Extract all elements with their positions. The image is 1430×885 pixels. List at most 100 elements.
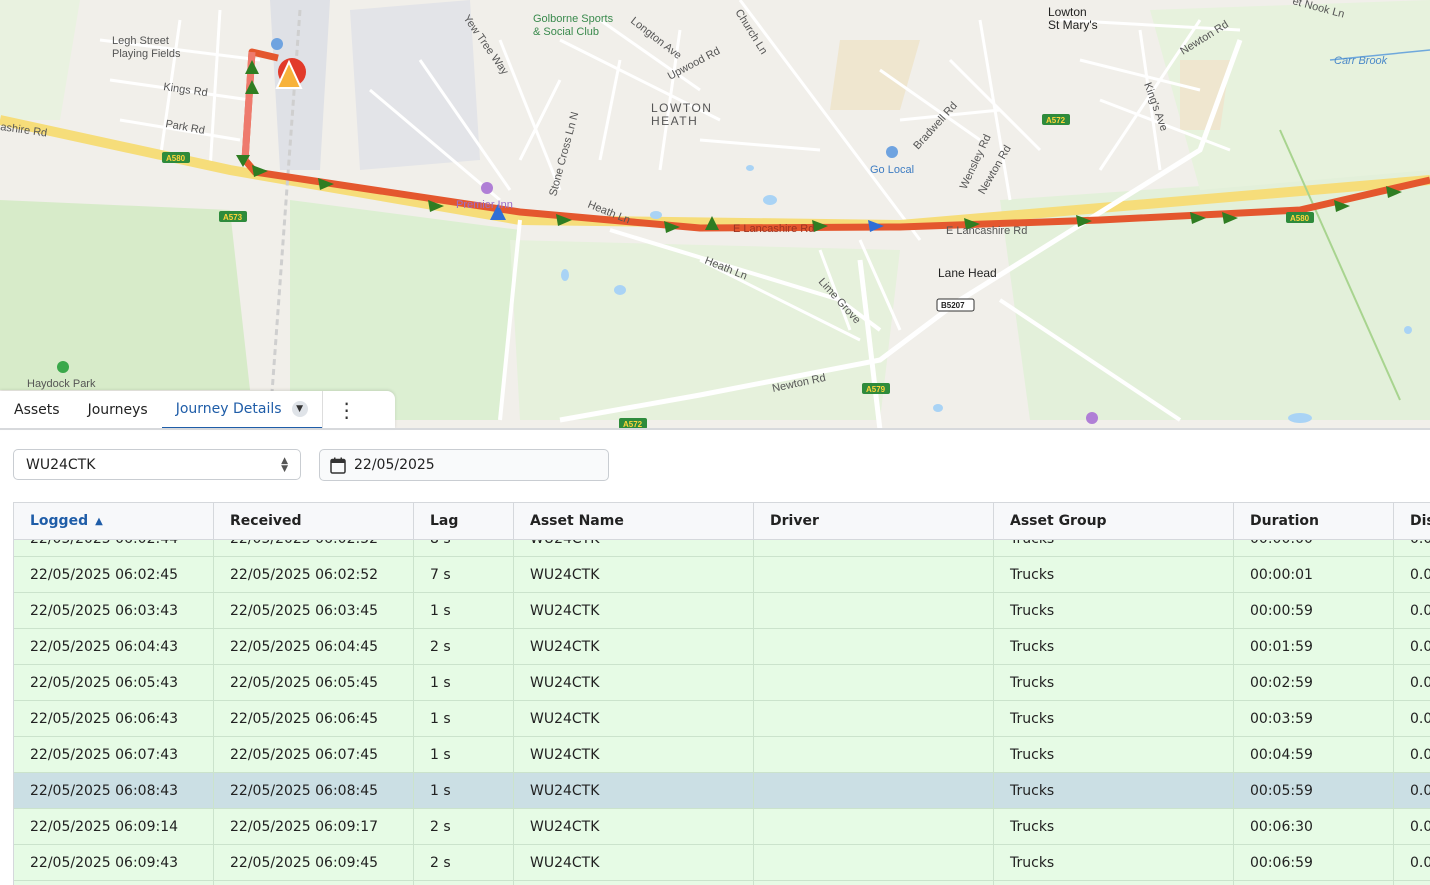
- table-row[interactable]: 22/05/2025 06:03:43 22/05/2025 06:03:45 1 …: [14, 593, 1430, 629]
- cell-asset-name: WU24CTK: [514, 845, 754, 880]
- cell-lag: 2 s: [414, 845, 514, 880]
- cell-received: 22/05/2025 06:10:45: [214, 881, 414, 885]
- cell-asset-group: Trucks: [994, 845, 1234, 880]
- cell-lag: 2 s: [414, 629, 514, 664]
- cell-driver: [754, 737, 994, 772]
- column-header-asset-name[interactable]: Asset Name: [514, 503, 754, 539]
- tab-label: Journeys: [87, 402, 148, 418]
- cell-driver: [754, 881, 994, 885]
- chevron-updown-icon: ▲ ▼: [281, 455, 288, 474]
- table-row[interactable]: 22/05/2025 06:08:43 22/05/2025 06:08:45 1 …: [14, 773, 1430, 809]
- cell-logged: 22/05/2025 06:05:43: [14, 665, 214, 700]
- map-park-area: [0, 200, 250, 390]
- map-sand-area: [830, 40, 920, 110]
- asset-select[interactable]: WU24CTK ▲ ▼: [13, 449, 301, 480]
- shop-poi-icon: [886, 146, 898, 158]
- asset-select-value: WU24CTK: [26, 456, 96, 473]
- bottom-panel-tabs: Assets Journeys Journey Details ▼ ⋮: [0, 391, 395, 429]
- cell-distance: 0.0: [1394, 881, 1430, 885]
- cell-received: 22/05/2025 06:07:45: [214, 737, 414, 772]
- cell-asset-name: WU24CTK: [514, 737, 754, 772]
- cell-received: 22/05/2025 06:02:52: [214, 557, 414, 592]
- svg-text:LowtonSt Mary's: Lowton St Mary's: [1048, 5, 1098, 32]
- cell-asset-group: Trucks: [994, 773, 1234, 808]
- svg-text:LOWTONHEATH: LOWTON HEATH: [651, 101, 712, 128]
- column-header-received[interactable]: Received: [214, 503, 414, 539]
- cell-duration: 00:03:59: [1234, 701, 1394, 736]
- cell-duration: 00:00:01: [1234, 557, 1394, 592]
- svg-text:Legh StreetPlaying Fields: Legh Street Playing Fields: [112, 35, 181, 60]
- cell-lag: 1 s: [414, 665, 514, 700]
- svg-text:A580: A580: [166, 154, 186, 163]
- park-poi-icon: [57, 361, 69, 373]
- cell-distance: 0.0: [1394, 593, 1430, 628]
- tab-label: Assets: [14, 402, 60, 418]
- cell-received: 22/05/2025 06:05:45: [214, 665, 414, 700]
- cell-duration: 00:07:59: [1234, 881, 1394, 885]
- cell-distance: 0.0: [1394, 737, 1430, 772]
- cell-asset-group: Trucks: [994, 665, 1234, 700]
- cell-asset-group: Trucks: [994, 557, 1234, 592]
- cell-logged: 22/05/2025 06:04:43: [14, 629, 214, 664]
- column-header-duration[interactable]: Duration: [1234, 503, 1394, 539]
- cell-asset-name: WU24CTK: [514, 809, 754, 844]
- table-row[interactable]: 22/05/2025 06:02:45 22/05/2025 06:02:52 7 …: [14, 557, 1430, 593]
- tab-assets[interactable]: Assets: [0, 391, 74, 429]
- cell-distance: 0.0: [1394, 809, 1430, 844]
- date-field[interactable]: 22/05/2025: [319, 449, 609, 481]
- cell-driver: [754, 557, 994, 592]
- table-row[interactable]: 22/05/2025 06:09:43 22/05/2025 06:09:45 2 …: [14, 845, 1430, 881]
- cell-logged: 22/05/2025 06:07:43: [14, 737, 214, 772]
- table-row[interactable]: 22/05/2025 06:10:4322/05/2025 06:10:451 …: [14, 881, 1430, 885]
- shop-poi-icon: [271, 38, 283, 50]
- svg-text:A579: A579: [866, 385, 886, 394]
- cell-received: 22/05/2025 06:09:17: [214, 809, 414, 844]
- map-view[interactable]: A580 A573 A572 A572 A579 B5207 A580 Legh…: [0, 0, 1430, 430]
- cell-logged: 22/05/2025 06:03:43: [14, 593, 214, 628]
- table-row[interactable]: 22/05/2025 06:04:43 22/05/2025 06:04:45 2 …: [14, 629, 1430, 665]
- date-value: 22/05/2025: [354, 457, 435, 473]
- column-header-asset-group[interactable]: Asset Group: [994, 503, 1234, 539]
- table-row[interactable]: 22/05/2025 06:09:14 22/05/2025 06:09:17 2 …: [14, 809, 1430, 845]
- cell-duration: 00:00:59: [1234, 593, 1394, 628]
- column-header-driver[interactable]: Driver: [754, 503, 994, 539]
- cell-asset-name: WU24CTK: [514, 629, 754, 664]
- cell-distance: 0.0: [1394, 557, 1430, 592]
- table-row[interactable]: 22/05/2025 06:05:43 22/05/2025 06:05:45 1 …: [14, 665, 1430, 701]
- svg-text:Haydock Park: Haydock Park: [27, 378, 96, 390]
- svg-text:King's Ave: King's Ave: [1141, 81, 1170, 133]
- cell-lag: 7 s: [414, 557, 514, 592]
- svg-text:A580: A580: [1290, 214, 1310, 223]
- table-row[interactable]: 22/05/2025 06:07:43 22/05/2025 06:07:45 1 …: [14, 737, 1430, 773]
- cell-distance: 0.0: [1394, 773, 1430, 808]
- cell-lag: 1 s: [414, 881, 514, 885]
- cell-logged: 22/05/2025 06:09:14: [14, 809, 214, 844]
- poi-icon: [1086, 412, 1098, 424]
- panel-divider[interactable]: [0, 428, 1430, 430]
- cell-duration: 00:04:59: [1234, 737, 1394, 772]
- table-row[interactable]: 22/05/2025 06:06:43 22/05/2025 06:06:45 1 …: [14, 701, 1430, 737]
- svg-text:A572: A572: [1046, 116, 1066, 125]
- column-header-distance[interactable]: Dis: [1394, 503, 1430, 539]
- svg-text:Park Rd: Park Rd: [164, 118, 205, 137]
- tab-journey-details[interactable]: Journey Details ▼: [161, 391, 322, 429]
- cell-asset-group: Trucks: [994, 593, 1234, 628]
- cell-asset-group: Trucks: [994, 881, 1234, 885]
- cell-duration: 00:02:59: [1234, 665, 1394, 700]
- filter-icon[interactable]: ▼: [291, 401, 308, 417]
- svg-text:Go Local: Go Local: [870, 164, 914, 176]
- cell-logged: 22/05/2025 06:02:45: [14, 557, 214, 592]
- cell-driver: [754, 629, 994, 664]
- svg-text:Golborne Sports& Social Club: Golborne Sports & Social Club: [533, 13, 614, 38]
- cell-distance: 0.0: [1394, 845, 1430, 880]
- cell-asset-name: WU24CTK: [514, 593, 754, 628]
- cell-lag: 1 s: [414, 701, 514, 736]
- column-header-lag[interactable]: Lag: [414, 503, 514, 539]
- more-options-icon[interactable]: ⋮: [321, 391, 371, 429]
- tab-journeys[interactable]: Journeys: [74, 391, 162, 429]
- journey-details-table: 22/05/2025 06:02:4422/05/2025 06:02:528 …: [13, 502, 1430, 885]
- cell-received: 22/05/2025 06:06:45: [214, 701, 414, 736]
- table-body[interactable]: 22/05/2025 06:02:4422/05/2025 06:02:528 …: [14, 521, 1430, 885]
- column-header-logged[interactable]: Logged ▲: [14, 503, 214, 539]
- cell-received: 22/05/2025 06:09:45: [214, 845, 414, 880]
